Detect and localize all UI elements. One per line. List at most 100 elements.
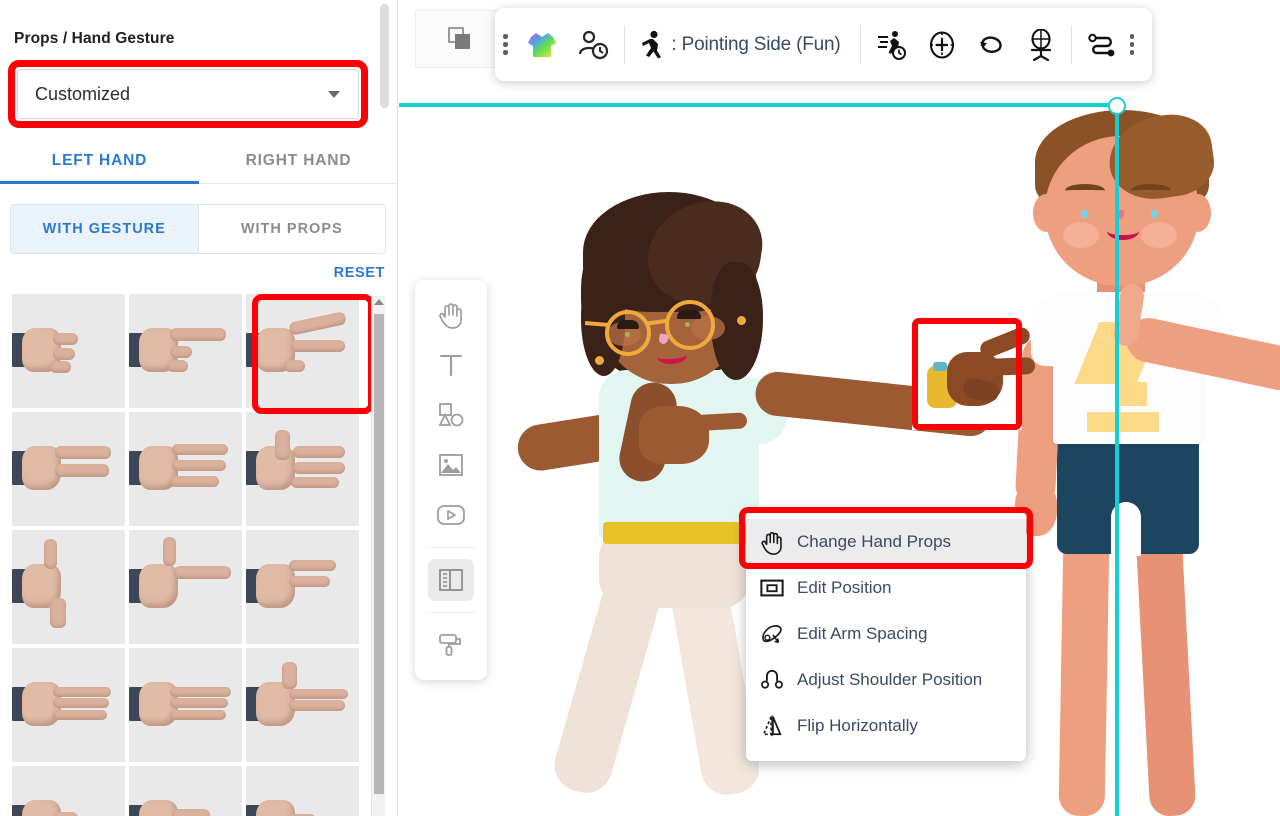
vertical-guide-line[interactable] bbox=[1115, 104, 1119, 816]
tab-right-hand-label: RIGHT HAND bbox=[246, 152, 352, 170]
image-tool[interactable] bbox=[428, 444, 474, 486]
duplicate-tool-box[interactable] bbox=[415, 10, 505, 68]
pinky bbox=[50, 598, 66, 628]
gesture-thumbnail[interactable] bbox=[129, 648, 242, 762]
finger bbox=[289, 700, 346, 710]
finger bbox=[170, 710, 227, 720]
tab-right-hand[interactable]: RIGHT HAND bbox=[199, 138, 398, 183]
gesture-preset-select-wrapper: Customized bbox=[8, 60, 368, 128]
character-boy-pointing[interactable] bbox=[1013, 110, 1280, 816]
context-menu-label: Adjust Shoulder Position bbox=[797, 670, 982, 690]
video-tool[interactable] bbox=[428, 494, 474, 536]
flip-horizontal-icon bbox=[760, 714, 784, 738]
thumbnail-scrollbar[interactable] bbox=[371, 296, 385, 816]
finger bbox=[293, 446, 345, 457]
segment-with-gesture[interactable]: WITH GESTURE bbox=[11, 205, 198, 253]
character-canvas[interactable]: : Pointing Side (Fun) bbox=[399, 0, 1280, 816]
rotate-character-button[interactable] bbox=[967, 19, 1017, 71]
pose-selector-button[interactable]: : Pointing Side (Fun) bbox=[631, 19, 854, 71]
middle-finger bbox=[291, 340, 345, 353]
pan-hand-tool[interactable] bbox=[428, 294, 474, 336]
boy-shirt-logo-part3 bbox=[1087, 412, 1159, 432]
boy-leg-left bbox=[1059, 534, 1110, 816]
background-tool[interactable] bbox=[428, 624, 474, 666]
thumb bbox=[44, 539, 58, 569]
gesture-thumbnail[interactable] bbox=[129, 530, 242, 644]
context-menu-label: Change Hand Props bbox=[797, 532, 951, 552]
gesture-thumbnail[interactable] bbox=[12, 294, 125, 408]
context-menu-item-flip-horizontally[interactable]: Flip Horizontally bbox=[746, 703, 1026, 749]
pose-label: : Pointing Side (Fun) bbox=[666, 34, 845, 56]
horizontal-guide-line[interactable] bbox=[399, 103, 1119, 107]
context-menu-item-edit-position[interactable]: Edit Position bbox=[746, 565, 1026, 611]
resize-figure-button[interactable] bbox=[1017, 19, 1065, 71]
index-finger bbox=[174, 566, 231, 579]
finger bbox=[291, 477, 338, 488]
scroll-up-arrow-icon[interactable] bbox=[374, 299, 384, 305]
gesture-thumbnail[interactable] bbox=[246, 766, 359, 816]
index-finger bbox=[170, 328, 227, 341]
girl-earring-right bbox=[737, 316, 746, 325]
figure-scale-icon bbox=[1026, 29, 1056, 61]
character-pose-history-button[interactable] bbox=[568, 19, 618, 71]
layout-panel-tool[interactable] bbox=[428, 559, 474, 601]
finger bbox=[167, 360, 187, 371]
middle-finger bbox=[985, 357, 1036, 376]
tab-left-hand-label: LEFT HAND bbox=[52, 152, 147, 170]
panel-scrollbar[interactable] bbox=[380, 4, 389, 108]
finger bbox=[53, 698, 110, 708]
boy-sleeve-left bbox=[1031, 298, 1077, 366]
finger bbox=[55, 464, 109, 477]
finger bbox=[170, 346, 193, 357]
gesture-thumbnail[interactable] bbox=[12, 412, 125, 526]
path-motion-icon bbox=[1087, 30, 1117, 60]
context-menu-item-edit-arm-spacing[interactable]: Edit Arm Spacing bbox=[746, 611, 1026, 657]
change-outfit-color-button[interactable] bbox=[516, 19, 568, 71]
finger bbox=[170, 476, 220, 487]
image-tool-icon bbox=[437, 452, 465, 478]
girl-earring-left bbox=[595, 356, 604, 365]
gesture-thumbnail-selected[interactable] bbox=[246, 294, 359, 408]
gesture-preset-select[interactable]: Customized bbox=[17, 69, 359, 119]
text-tool-icon bbox=[438, 352, 464, 378]
motion-path-button[interactable] bbox=[1078, 19, 1126, 71]
running-person-icon bbox=[640, 30, 666, 60]
thumb bbox=[163, 537, 177, 567]
hand-icon bbox=[760, 530, 784, 555]
tab-left-hand[interactable]: LEFT HAND bbox=[0, 138, 199, 183]
head-orientation-icon bbox=[926, 29, 958, 61]
text-tool[interactable] bbox=[428, 344, 474, 386]
toolbar-divider bbox=[860, 26, 861, 64]
gesture-thumbnail[interactable] bbox=[12, 530, 125, 644]
context-menu-item-change-hand-props[interactable]: Change Hand Props bbox=[746, 519, 1026, 565]
gesture-thumbnail[interactable] bbox=[129, 412, 242, 526]
context-menu-item-adjust-shoulder-position[interactable]: Adjust Shoulder Position bbox=[746, 657, 1026, 703]
guide-handle-icon[interactable] bbox=[1108, 97, 1126, 115]
finger bbox=[53, 812, 78, 816]
segment-with-props[interactable]: WITH PROPS bbox=[199, 205, 386, 253]
boy-brow-right bbox=[1131, 184, 1171, 197]
video-tool-icon bbox=[436, 503, 466, 527]
finger bbox=[170, 698, 229, 708]
boy-ear-left bbox=[1033, 194, 1059, 232]
animate-character-button[interactable] bbox=[867, 19, 917, 71]
vertical-dots-icon[interactable] bbox=[1126, 34, 1143, 55]
scrollbar-thumb[interactable] bbox=[374, 314, 384, 794]
gesture-thumbnail[interactable] bbox=[246, 648, 359, 762]
head-direction-button[interactable] bbox=[917, 19, 967, 71]
shapes-tool[interactable] bbox=[428, 394, 474, 436]
gesture-thumbnail[interactable] bbox=[12, 766, 125, 816]
reset-button[interactable]: RESET bbox=[334, 265, 385, 281]
gesture-thumbnail[interactable] bbox=[12, 648, 125, 762]
gesture-thumbnail[interactable] bbox=[129, 766, 242, 816]
boy-cheek-right bbox=[1141, 222, 1177, 248]
vertical-dots-handle-icon[interactable] bbox=[499, 34, 516, 55]
segment-with-gesture-label: WITH GESTURE bbox=[43, 221, 166, 237]
gesture-thumbnail[interactable] bbox=[129, 294, 242, 408]
highlighted-hand-gesture[interactable] bbox=[919, 330, 1019, 422]
gesture-thumbnail[interactable] bbox=[246, 530, 359, 644]
boy-ear-right bbox=[1185, 194, 1211, 232]
gesture-thumbnail[interactable] bbox=[246, 412, 359, 526]
rail-divider bbox=[428, 612, 474, 613]
hand-tool-icon bbox=[438, 301, 464, 329]
